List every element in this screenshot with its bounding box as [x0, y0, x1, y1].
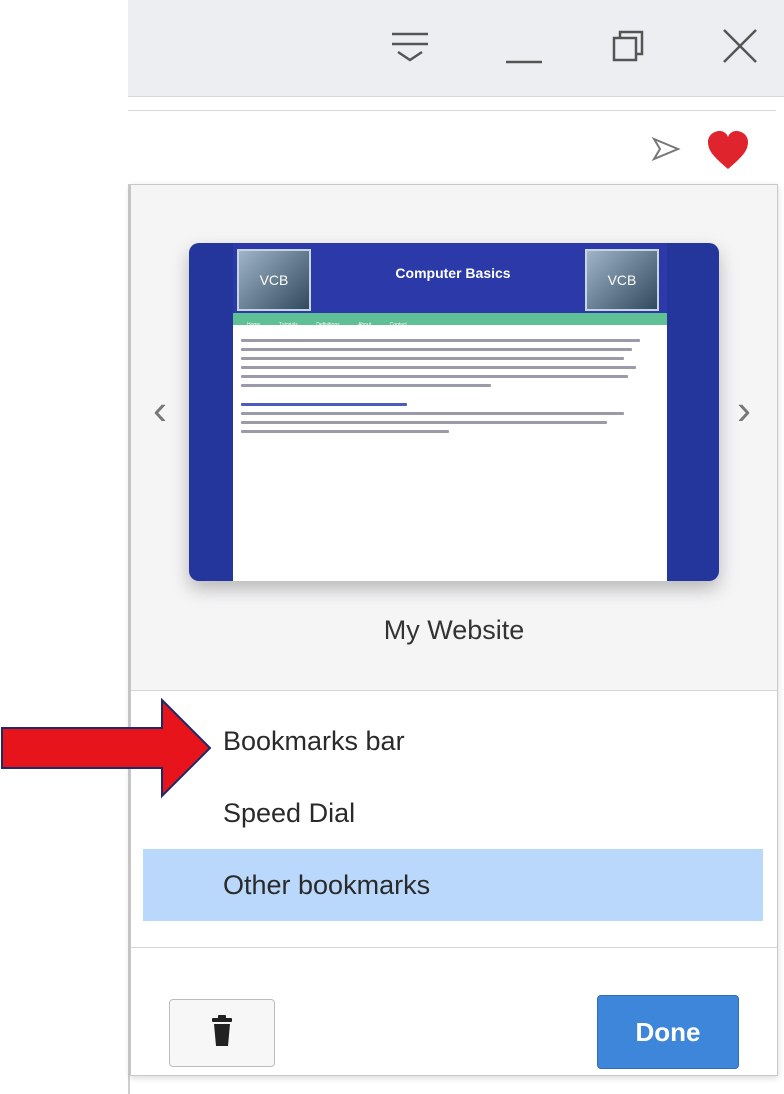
- send-icon[interactable]: [650, 133, 682, 165]
- bookmark-preview: ‹ › VCB Computer Basics VCB Home Tutoria…: [131, 185, 777, 691]
- thumbnail-page: VCB Computer Basics VCB Home Tutorials D…: [233, 243, 667, 581]
- easy-setup-menu-icon[interactable]: [386, 22, 434, 70]
- folder-item-bookmarks-bar[interactable]: Bookmarks bar: [143, 705, 763, 777]
- thumbnail-nav-link: Home: [247, 322, 261, 328]
- bookmark-title[interactable]: My Website: [131, 615, 777, 646]
- thumbnail-nav-link: About: [358, 322, 372, 328]
- close-icon[interactable]: [716, 22, 764, 70]
- restore-icon[interactable]: [604, 22, 652, 70]
- window-titlebar: [128, 0, 784, 97]
- divider: [131, 947, 777, 948]
- folder-item-other-bookmarks[interactable]: Other bookmarks: [143, 849, 763, 921]
- chevron-right-icon[interactable]: ›: [729, 385, 759, 435]
- thumbnail-nav-link: Contact: [389, 322, 407, 328]
- thumbnail-nav: Home Tutorials Definitions About Contact: [233, 313, 667, 328]
- thumbnail-site-heading: Computer Basics: [395, 265, 511, 281]
- folder-item-speed-dial[interactable]: Speed Dial: [143, 777, 763, 849]
- page-thumbnail[interactable]: VCB Computer Basics VCB Home Tutorials D…: [189, 243, 719, 581]
- trash-icon: [212, 1015, 232, 1046]
- thumbnail-nav-link: Tutorials: [278, 322, 298, 328]
- address-bar: [128, 110, 776, 185]
- minimize-icon[interactable]: [500, 22, 548, 70]
- thumbnail-logo: VCB: [585, 249, 659, 311]
- heart-bookmark-icon[interactable]: [704, 129, 752, 173]
- thumbnail-logo: VCB: [237, 249, 311, 311]
- done-button[interactable]: Done: [597, 995, 739, 1069]
- red-arrow-icon: [1, 698, 212, 799]
- thumbnail-header: VCB Computer Basics VCB: [233, 243, 667, 313]
- delete-bookmark-button[interactable]: [169, 999, 275, 1067]
- thumbnail-body-text: [241, 339, 657, 439]
- chevron-left-icon[interactable]: ‹: [145, 385, 175, 435]
- bookmark-popup: ‹ › VCB Computer Basics VCB Home Tutoria…: [130, 184, 778, 1076]
- thumbnail-nav-link: Definitions: [316, 322, 340, 328]
